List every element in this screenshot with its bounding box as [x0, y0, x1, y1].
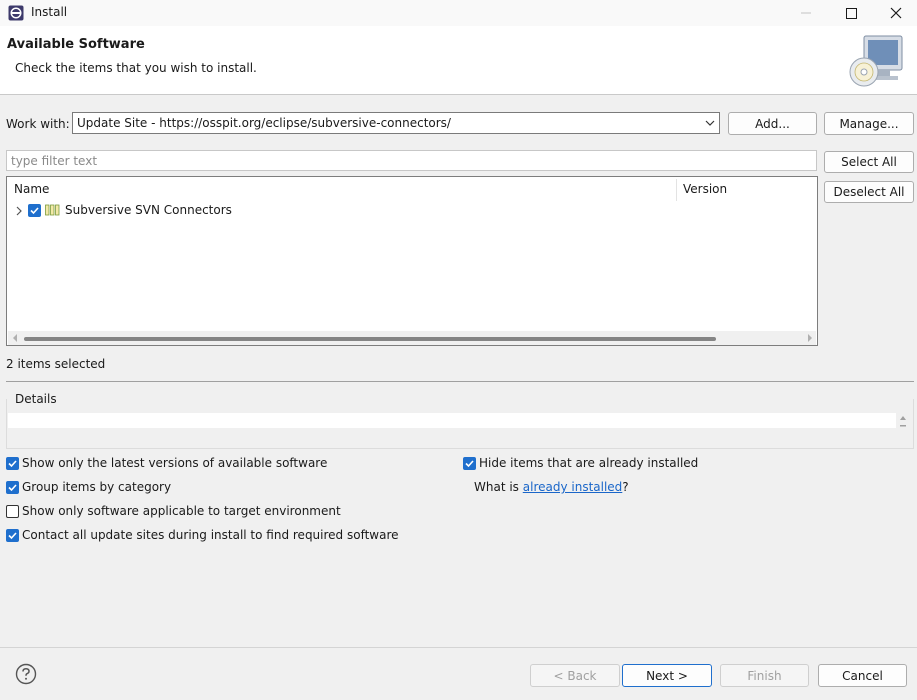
- manage-button[interactable]: Manage...: [824, 112, 914, 135]
- cancel-button[interactable]: Cancel: [818, 664, 907, 687]
- column-divider: [676, 179, 677, 201]
- what-is-installed-text: What is already installed?: [474, 480, 629, 494]
- show-latest-checkbox[interactable]: [6, 457, 19, 470]
- back-button[interactable]: < Back: [530, 664, 620, 687]
- filter-input[interactable]: type filter text: [6, 150, 817, 171]
- update-site-combo[interactable]: Update Site - https://osspit.org/eclipse…: [72, 112, 720, 134]
- details-scroll-icon[interactable]: [897, 413, 909, 431]
- software-tree-table: Name Version Subversive SVN Connectors: [6, 176, 818, 346]
- footer-separator: [0, 647, 917, 648]
- contact-update-sites-checkbox[interactable]: [6, 529, 19, 542]
- hide-installed-label[interactable]: Hide items that are already installed: [479, 456, 698, 470]
- update-site-value: Update Site - https://osspit.org/eclipse…: [77, 116, 451, 130]
- maximize-button[interactable]: [828, 0, 874, 26]
- page-title: Available Software: [7, 37, 145, 52]
- window-title: Install: [31, 5, 68, 19]
- already-installed-link[interactable]: already installed: [523, 480, 623, 494]
- selection-status: 2 items selected: [6, 357, 106, 371]
- scroll-right-icon[interactable]: [806, 334, 814, 342]
- group-by-category-label[interactable]: Group items by category: [22, 480, 171, 494]
- next-button[interactable]: Next >: [622, 664, 712, 687]
- hide-installed-checkbox[interactable]: [463, 457, 476, 470]
- minimize-button[interactable]: [783, 0, 829, 26]
- checkmark-icon: [8, 484, 17, 492]
- what-is-prefix: What is: [474, 480, 523, 494]
- finish-button[interactable]: Finish: [720, 664, 809, 687]
- column-header-name[interactable]: Name: [14, 182, 49, 196]
- wizard-header: Available Software Check the items that …: [0, 26, 917, 95]
- filter-placeholder: type filter text: [11, 154, 98, 168]
- deselect-all-button[interactable]: Deselect All: [824, 181, 914, 203]
- checkmark-icon: [30, 207, 39, 215]
- category-icon: [45, 204, 60, 216]
- checkmark-icon: [8, 460, 17, 468]
- row-checkbox[interactable]: [28, 204, 41, 217]
- show-latest-label[interactable]: Show only the latest versions of availab…: [22, 456, 327, 470]
- contact-update-sites-label[interactable]: Contact all update sites during install …: [22, 528, 399, 542]
- chevron-right-icon[interactable]: [14, 205, 24, 217]
- checkmark-icon: [465, 460, 474, 468]
- target-environment-checkbox[interactable]: [6, 505, 19, 518]
- page-description: Check the items that you wish to install…: [15, 61, 257, 75]
- horizontal-scrollbar[interactable]: [8, 331, 816, 345]
- details-label: Details: [15, 392, 57, 406]
- separator: [6, 381, 914, 382]
- details-text: [8, 413, 896, 428]
- scroll-left-icon[interactable]: [11, 334, 19, 342]
- column-header-version[interactable]: Version: [683, 182, 727, 196]
- work-with-label: Work with:: [6, 117, 70, 131]
- add-button[interactable]: Add...: [728, 112, 817, 135]
- close-button[interactable]: [873, 0, 917, 26]
- maximize-icon: [845, 7, 857, 19]
- title-bar: Install: [0, 0, 917, 26]
- eclipse-icon: [8, 5, 24, 21]
- install-wizard-banner-icon: [849, 35, 903, 87]
- table-row[interactable]: Subversive SVN Connectors: [65, 203, 232, 217]
- what-is-suffix: ?: [622, 480, 629, 494]
- chevron-down-icon: [705, 120, 715, 126]
- help-icon[interactable]: [15, 663, 37, 685]
- group-by-category-checkbox[interactable]: [6, 481, 19, 494]
- close-icon: [890, 7, 902, 19]
- select-all-button[interactable]: Select All: [824, 151, 914, 173]
- scrollbar-thumb[interactable]: [24, 337, 716, 341]
- minimize-icon: [801, 12, 811, 14]
- checkmark-icon: [8, 532, 17, 540]
- target-environment-label[interactable]: Show only software applicable to target …: [22, 504, 341, 518]
